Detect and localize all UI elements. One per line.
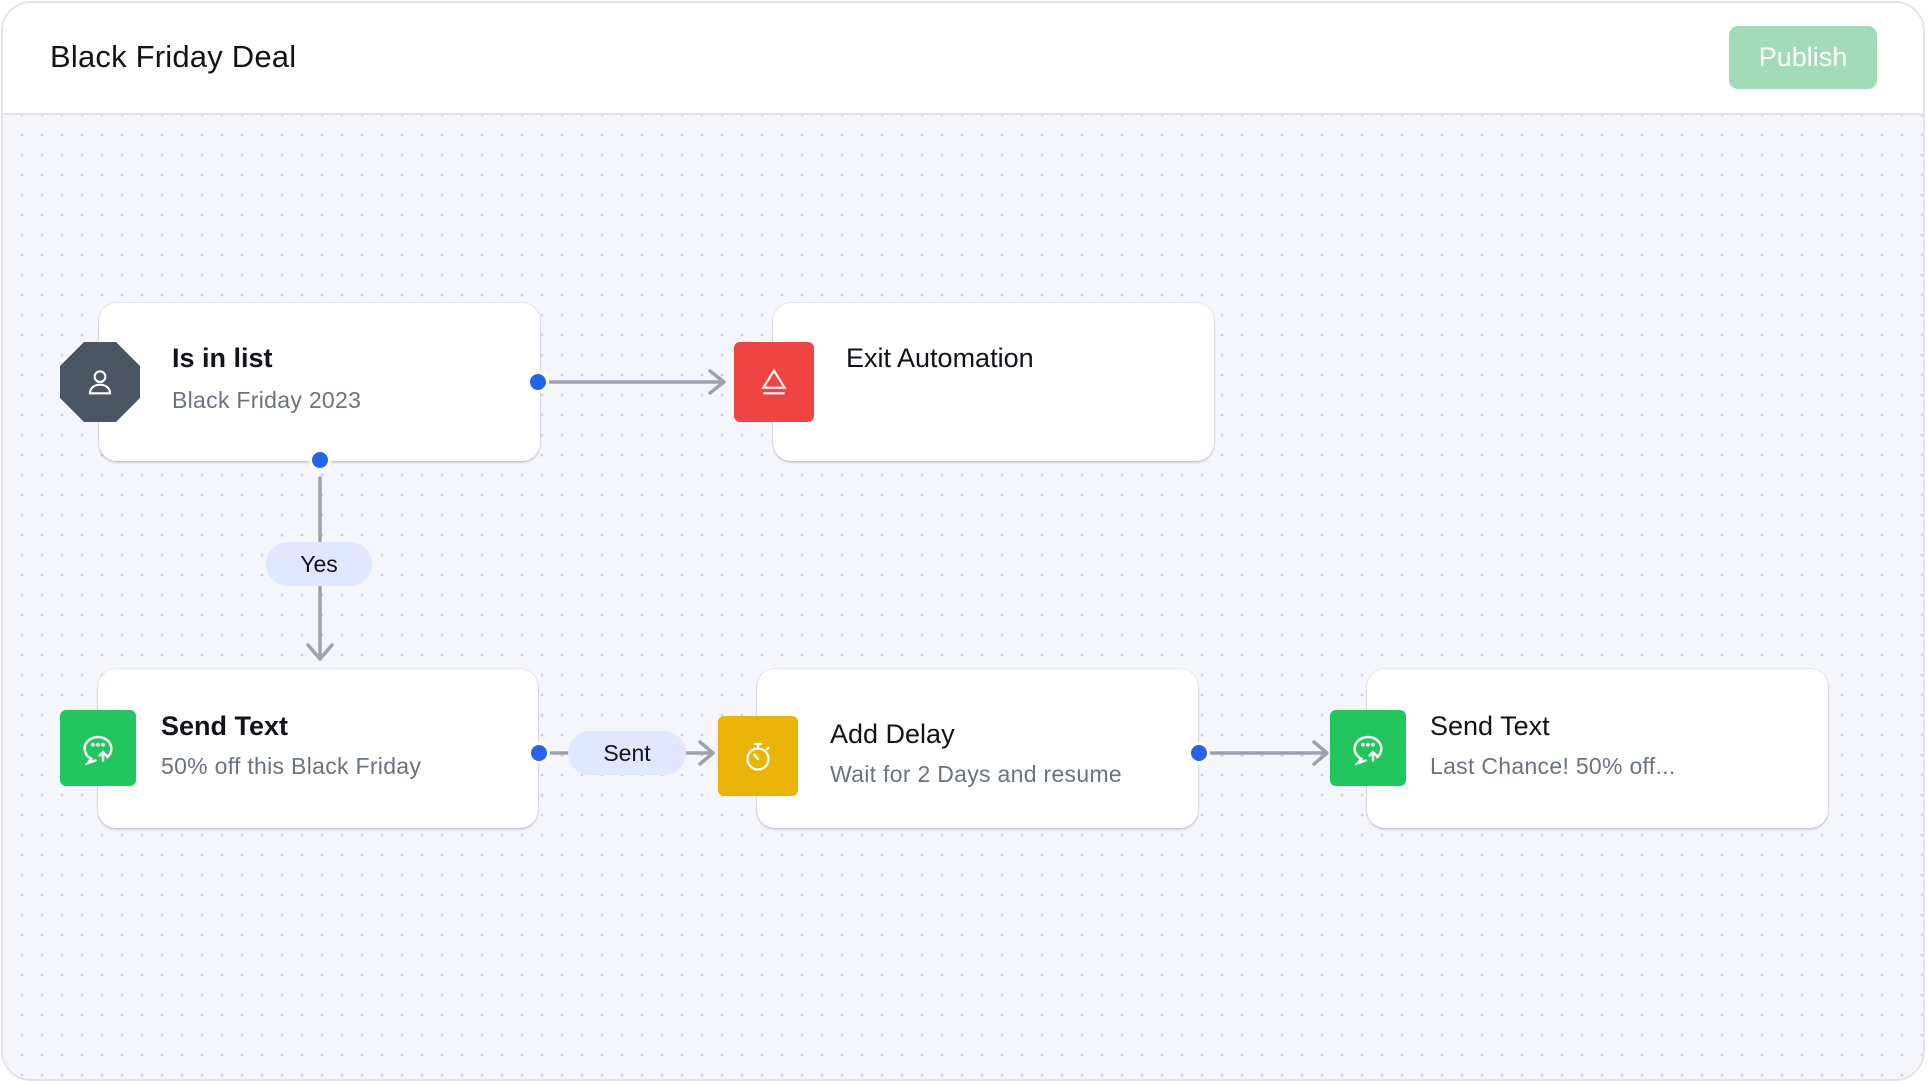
node-subtitle: Last Chance! 50% off...	[1430, 753, 1676, 779]
publish-button[interactable]: Publish	[1729, 26, 1877, 89]
node-send-text[interactable]: Send Text 50% off this Black Friday	[98, 669, 538, 828]
automation-editor: Black Friday Deal Publish	[1, 1, 1925, 1081]
stopwatch-icon	[718, 716, 798, 796]
eject-icon	[734, 342, 814, 422]
node-subtitle: 50% off this Black Friday	[161, 753, 422, 779]
edge-label-yes: Yes	[266, 542, 372, 586]
node-title: Is in list	[172, 343, 273, 373]
node-is-in-list[interactable]: Is in list Black Friday 2023	[99, 303, 540, 461]
node-subtitle: Black Friday 2023	[172, 387, 362, 413]
chat-send-icon	[60, 710, 136, 786]
node-title: Exit Automation	[846, 343, 1034, 373]
output-handle[interactable]	[309, 449, 331, 471]
edge-label-text: Yes	[300, 550, 338, 577]
node-subtitle: Wait for 2 Days and resume	[830, 761, 1122, 787]
node-title: Add Delay	[830, 719, 955, 749]
header: Black Friday Deal Publish	[3, 3, 1923, 115]
chat-send-icon	[1330, 710, 1406, 786]
output-handle[interactable]	[527, 371, 549, 393]
page-title: Black Friday Deal	[50, 39, 297, 74]
output-handle[interactable]	[528, 742, 550, 764]
edge-label-text: Sent	[603, 739, 651, 766]
node-title: Send Text	[1430, 711, 1550, 741]
node-exit-automation[interactable]: Exit Automation	[773, 303, 1214, 461]
output-handle[interactable]	[1188, 742, 1210, 764]
user-icon	[60, 342, 140, 422]
edge-label-sent: Sent	[568, 731, 686, 775]
node-add-delay[interactable]: Add Delay Wait for 2 Days and resume	[757, 669, 1198, 828]
node-send-text-last-chance[interactable]: Send Text Last Chance! 50% off...	[1367, 669, 1828, 828]
node-title: Send Text	[161, 711, 289, 741]
workflow-canvas[interactable]	[3, 115, 1923, 1079]
